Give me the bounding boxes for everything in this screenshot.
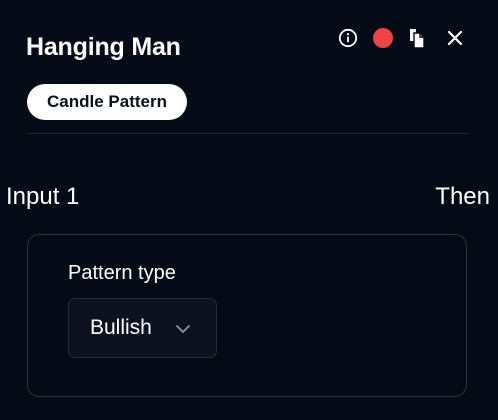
- close-icon[interactable]: [444, 27, 466, 49]
- info-icon[interactable]: [337, 27, 359, 49]
- settings-card: Pattern type Bullish: [27, 234, 467, 397]
- status-dot-icon[interactable]: [372, 27, 394, 49]
- chevron-down-icon: [176, 325, 190, 333]
- pattern-type-select[interactable]: Bullish: [68, 298, 217, 358]
- output-port-label[interactable]: Then: [435, 183, 490, 211]
- input-port-label[interactable]: Input 1: [6, 183, 79, 211]
- page-title: Hanging Man: [26, 33, 181, 61]
- pattern-type-value: Bullish: [90, 316, 152, 339]
- header-toolbar: [337, 26, 466, 50]
- category-badge: Candle Pattern: [27, 84, 187, 120]
- pattern-type-label: Pattern type: [68, 262, 176, 284]
- header-divider: [27, 133, 469, 134]
- copy-icon[interactable]: [406, 27, 428, 49]
